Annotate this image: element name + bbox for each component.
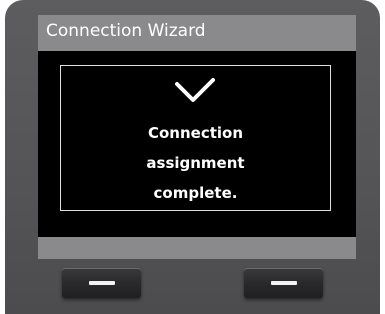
page-title: Connection Wizard	[46, 21, 206, 41]
left-softkey-button[interactable]	[62, 268, 141, 298]
right-softkey-button[interactable]	[244, 268, 323, 298]
message-line-1: Connection	[147, 124, 244, 142]
message-line-2: assignment	[146, 154, 245, 172]
dash-icon	[89, 281, 115, 285]
confirmation-dialog: Connection assignment complete.	[60, 65, 331, 211]
title-bar: Connection Wizard	[38, 15, 356, 51]
checkmark-icon	[175, 78, 215, 102]
phone-device: Connection Wizard Connection assignment …	[5, 0, 380, 314]
message-area: Connection assignment complete.	[38, 51, 356, 237]
dash-icon	[271, 281, 297, 285]
message-line-3: complete.	[153, 184, 238, 202]
softkey-label-bar	[38, 237, 356, 259]
display-screen: Connection Wizard Connection assignment …	[38, 15, 356, 259]
